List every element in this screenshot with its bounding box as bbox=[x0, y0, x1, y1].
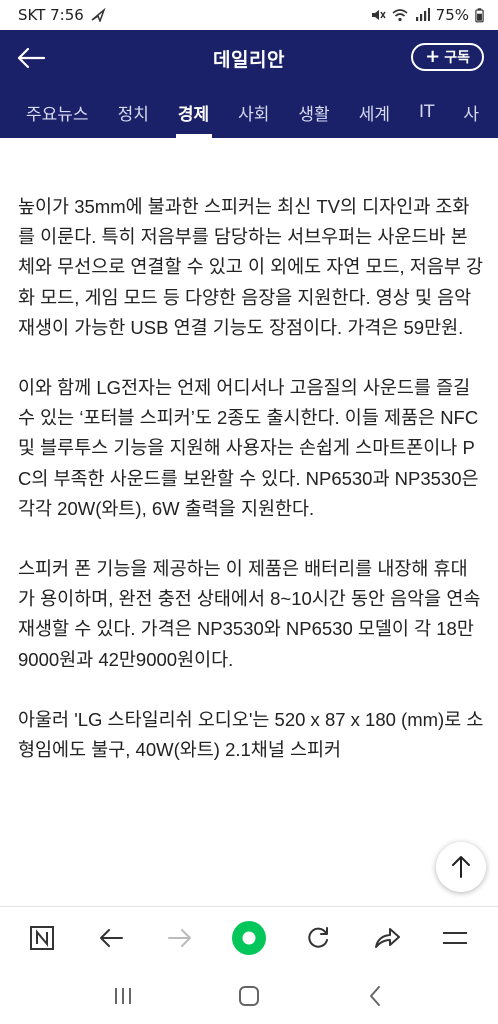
back-icon bbox=[370, 986, 380, 1006]
status-left: SKT 7:56 bbox=[18, 6, 106, 24]
signal-icon bbox=[415, 8, 430, 21]
tab-label: 경제 bbox=[177, 104, 210, 125]
share-button[interactable] bbox=[364, 915, 410, 961]
naver-home-button[interactable] bbox=[19, 915, 65, 961]
recent-apps-button[interactable] bbox=[93, 974, 153, 1018]
tab-politics[interactable]: 정치 bbox=[104, 86, 164, 138]
naver-home-icon bbox=[30, 925, 55, 950]
back-arrow-icon bbox=[17, 47, 46, 69]
carrier-time: SKT 7:56 bbox=[18, 6, 84, 24]
mute-icon bbox=[371, 10, 386, 20]
refresh-button[interactable] bbox=[295, 915, 341, 961]
back-button[interactable] bbox=[14, 42, 48, 74]
refresh-icon bbox=[308, 926, 328, 948]
tab-label: 사회 bbox=[238, 104, 270, 125]
article-paragraph: 스피커 폰 기능을 제공하는 이 제품은 배터리를 내장해 휴대가 용이하며, … bbox=[18, 558, 481, 670]
status-right: 75% bbox=[370, 6, 484, 24]
browser-forward-button[interactable] bbox=[157, 915, 203, 961]
tab-economy[interactable]: 경제 bbox=[164, 86, 224, 138]
arrow-up-icon bbox=[452, 856, 470, 878]
tab-label: 세계 bbox=[358, 104, 390, 125]
browser-toolbar bbox=[0, 906, 498, 968]
tab-label: 주요뉴스 bbox=[26, 104, 89, 125]
tab-label: 사 bbox=[463, 104, 480, 125]
tab-society[interactable]: 사회 bbox=[224, 86, 284, 138]
menu-button[interactable] bbox=[432, 915, 478, 961]
tab-world[interactable]: 세계 bbox=[345, 86, 405, 138]
share-icon bbox=[374, 927, 400, 948]
app-header: 데일리안 + 구독 bbox=[0, 30, 498, 86]
tab-label: 정치 bbox=[117, 104, 149, 125]
recent-apps-icon bbox=[115, 988, 131, 1004]
system-navigation bbox=[0, 968, 498, 1024]
green-dot-icon bbox=[231, 920, 266, 955]
article-paragraph: 아울러 'LG 스타일리쉬 오디오'는 520 x 87 x 180 (mm)로… bbox=[18, 708, 484, 761]
tab-it[interactable]: IT bbox=[405, 86, 449, 138]
battery-percent: 75% bbox=[435, 6, 469, 24]
app-title: 데일리안 bbox=[213, 48, 285, 71]
tab-more[interactable]: 사 bbox=[449, 86, 494, 138]
tab-label: IT bbox=[418, 102, 435, 122]
article-paragraph: 높이가 35mm에 불과한 스피커는 최신 TV의 디자인과 조화를 이룬다. … bbox=[18, 196, 484, 338]
battery-icon bbox=[475, 7, 484, 22]
status-bar: SKT 7:56 75% bbox=[0, 0, 498, 30]
green-dot-button[interactable] bbox=[226, 915, 272, 961]
tab-life[interactable]: 생활 bbox=[284, 86, 344, 138]
home-button[interactable] bbox=[219, 974, 279, 1018]
browser-back-button[interactable] bbox=[88, 915, 134, 961]
back-arrow-icon bbox=[100, 928, 124, 947]
tab-label: 생활 bbox=[298, 104, 330, 125]
scroll-top-button[interactable] bbox=[436, 842, 486, 892]
tab-main-news[interactable]: 주요뉴스 bbox=[0, 86, 104, 138]
system-back-button[interactable] bbox=[345, 974, 405, 1018]
subscribe-button[interactable]: + 구독 bbox=[411, 43, 484, 71]
forward-arrow-icon bbox=[168, 928, 192, 947]
home-icon bbox=[239, 986, 259, 1006]
subscribe-label: 구독 bbox=[444, 50, 470, 66]
article-paragraph: 이와 함께 LG전자는 언제 어디서나 고음질의 사운드를 즐길 수 있는 ‘포… bbox=[18, 377, 479, 519]
navigation-arrow-icon bbox=[91, 8, 106, 22]
category-tabs: 주요뉴스 정치 경제 사회 생활 세계 IT 사 bbox=[0, 86, 498, 138]
menu-icon bbox=[443, 931, 468, 944]
article-body: 높이가 35mm에 불과한 스피커는 최신 TV의 디자인과 조화를 이룬다. … bbox=[18, 192, 484, 904]
plus-icon: + bbox=[425, 46, 441, 67]
wifi-icon bbox=[392, 9, 408, 22]
